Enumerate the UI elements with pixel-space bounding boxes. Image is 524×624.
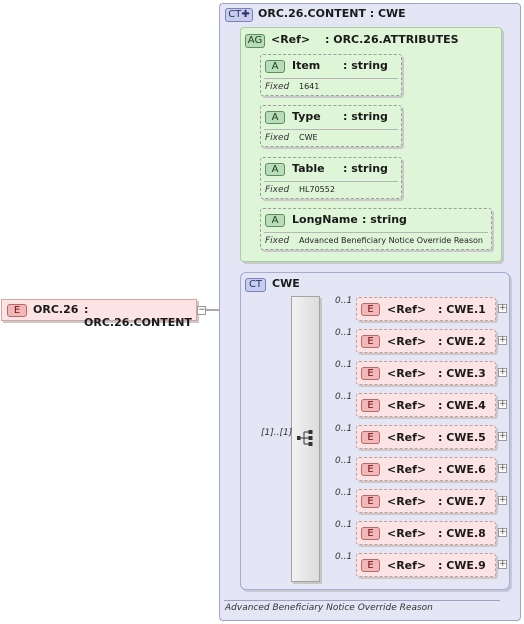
root-element-name: ORC.26 [33, 303, 79, 316]
fixed-value: HL70552 [299, 185, 335, 194]
cwe-element-item[interactable]: E <Ref> : CWE.3 [356, 361, 496, 385]
sequence-icon [297, 430, 313, 446]
cwe-element-item[interactable]: E <Ref> : CWE.1 [356, 297, 496, 321]
attribute-name: Item [292, 59, 321, 72]
element-name: : CWE.3 [438, 367, 486, 380]
element-name: : CWE.8 [438, 527, 486, 540]
cwe-element-item[interactable]: E <Ref> : CWE.6 [356, 457, 496, 481]
cwe-element-item[interactable]: E <Ref> : CWE.2 [356, 329, 496, 353]
ct-badge: CT✚ [225, 8, 253, 22]
element-badge: E [361, 559, 380, 572]
ct-badge: CT [245, 278, 266, 292]
annotation-text: Advanced Beneficiary Notice Override Rea… [225, 603, 433, 613]
fixed-label: Fixed [265, 236, 290, 246]
annotation-divider [224, 600, 500, 601]
element-ref: <Ref> [387, 399, 427, 412]
attribute-item[interactable]: A Item : string Fixed 1641 [260, 54, 402, 96]
attribute-type-field[interactable]: A Type : string Fixed CWE [260, 105, 402, 147]
element-badge: E [7, 304, 27, 317]
element-ref: <Ref> [387, 367, 427, 380]
attribute-name: Table [292, 162, 325, 175]
root-element-type: : ORC.26.CONTENT [84, 303, 192, 329]
attribute-badge: A [265, 60, 285, 73]
element-badge: E [361, 335, 380, 348]
attribute-type: : string [343, 110, 388, 123]
element-ref: <Ref> [387, 335, 427, 348]
fixed-value: 1641 [299, 82, 320, 91]
attribute-longname[interactable]: A LongName : string Fixed Advanced Benef… [260, 208, 492, 250]
element-occurrence: 0..1 [335, 328, 353, 338]
content-type-title: ORC.26.CONTENT : CWE [258, 7, 406, 20]
element-ref: <Ref> [387, 431, 427, 444]
element-name: : CWE.9 [438, 559, 486, 572]
plus-icon[interactable]: + [498, 368, 507, 377]
element-ref: <Ref> [387, 463, 427, 476]
root-element-box[interactable]: E ORC.26 : ORC.26.CONTENT [1, 299, 197, 329]
element-occurrence: 0..1 [335, 520, 353, 530]
element-ref: <Ref> [387, 527, 427, 540]
element-badge: E [361, 463, 380, 476]
attr-group-ref: <Ref> [271, 33, 311, 46]
element-occurrence: 0..1 [335, 552, 353, 562]
plus-icon[interactable]: + [498, 304, 507, 313]
plus-icon[interactable]: + [498, 432, 507, 441]
attribute-type: : string [343, 59, 388, 72]
element-ref: <Ref> [387, 559, 427, 572]
plus-icon[interactable]: + [498, 560, 507, 569]
element-occurrence: 0..1 [335, 488, 353, 498]
element-badge: E [361, 431, 380, 444]
attribute-type: : string [362, 213, 407, 226]
element-occurrence: 0..1 [335, 392, 353, 402]
plus-icon[interactable]: + [498, 400, 507, 409]
element-name: : CWE.5 [438, 431, 486, 444]
fixed-value: Advanced Beneficiary Notice Override Rea… [299, 236, 484, 245]
collapse-icon[interactable]: − [197, 306, 206, 315]
plus-icon[interactable]: + [498, 336, 507, 345]
sequence-occurrence: [1]..[1] [261, 428, 293, 438]
cwe-element-item[interactable]: E <Ref> : CWE.7 [356, 489, 496, 513]
element-occurrence: 0..1 [335, 456, 353, 466]
element-badge: E [361, 303, 380, 316]
attribute-badge: A [265, 214, 285, 227]
attribute-type: : string [343, 162, 388, 175]
element-name: : CWE.7 [438, 495, 486, 508]
element-name: : CWE.1 [438, 303, 486, 316]
element-badge: E [361, 399, 380, 412]
fixed-label: Fixed [265, 82, 290, 92]
cwe-element-item[interactable]: E <Ref> : CWE.8 [356, 521, 496, 545]
element-name: : CWE.4 [438, 399, 486, 412]
element-badge: E [361, 527, 380, 540]
element-ref: <Ref> [387, 303, 427, 316]
element-badge: E [361, 495, 380, 508]
element-occurrence: 0..1 [335, 296, 353, 306]
cwe-type-title: CWE [272, 277, 300, 290]
fixed-label: Fixed [265, 185, 290, 195]
attribute-name: Type [292, 110, 321, 123]
cwe-element-item[interactable]: E <Ref> : CWE.9 [356, 553, 496, 577]
attr-group-name: : ORC.26.ATTRIBUTES [325, 33, 459, 46]
fixed-value: CWE [299, 133, 318, 142]
attribute-name: LongName [292, 213, 358, 226]
attribute-table[interactable]: A Table : string Fixed HL70552 [260, 157, 402, 199]
plus-icon[interactable]: + [498, 528, 507, 537]
fixed-label: Fixed [265, 133, 290, 143]
element-occurrence: 0..1 [335, 424, 353, 434]
element-badge: E [361, 367, 380, 380]
attribute-badge: A [265, 111, 285, 124]
ag-badge: AG [245, 34, 265, 48]
element-occurrence: 0..1 [335, 360, 353, 370]
element-name: : CWE.6 [438, 463, 486, 476]
attribute-badge: A [265, 163, 285, 176]
element-ref: <Ref> [387, 495, 427, 508]
plus-icon[interactable]: + [498, 464, 507, 473]
cwe-element-item[interactable]: E <Ref> : CWE.5 [356, 425, 496, 449]
cwe-element-item[interactable]: E <Ref> : CWE.4 [356, 393, 496, 417]
plus-icon[interactable]: + [498, 496, 507, 505]
element-name: : CWE.2 [438, 335, 486, 348]
